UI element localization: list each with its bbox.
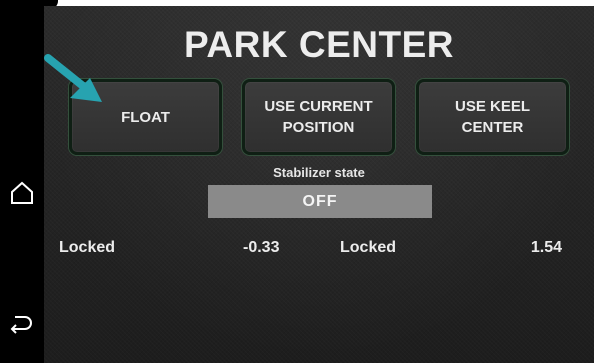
pointer-arrow-icon: [44, 54, 102, 102]
use-current-position-button[interactable]: USE CURRENT POSITION: [242, 79, 395, 155]
reading-2-label: Locked: [340, 239, 397, 256]
home-icon[interactable]: [0, 178, 44, 208]
reading-2-value: 1.54: [530, 239, 562, 256]
reading-1-label: Locked: [59, 239, 116, 256]
back-icon[interactable]: [0, 309, 44, 339]
stabilizer-state-label: Stabilizer state: [273, 165, 365, 180]
stabilizer-state-value: OFF: [208, 185, 432, 218]
device-frame: PARK CENTER FLOAT USE CURRENT POSITION U…: [0, 0, 597, 363]
park-center-screen: PARK CENTER FLOAT USE CURRENT POSITION U…: [44, 6, 594, 363]
page-title: PARK CENTER: [184, 24, 454, 65]
nav-sidebar: [0, 8, 44, 363]
use-keel-center-button[interactable]: USE KEEL CENTER: [416, 79, 569, 155]
reading-1-value: -0.33: [243, 239, 280, 256]
